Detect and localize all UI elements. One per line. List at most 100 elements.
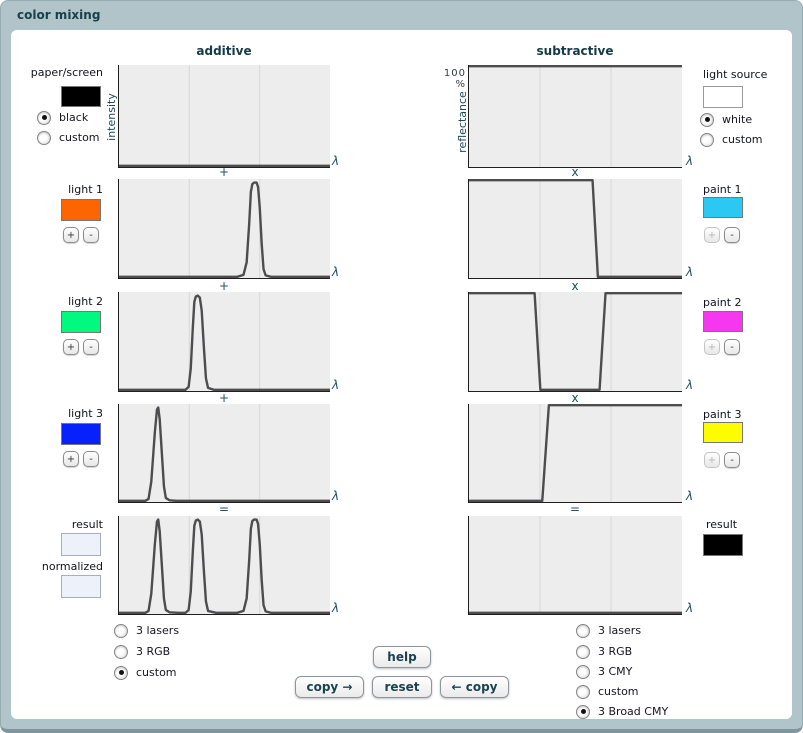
light-1-plus-button[interactable]: + xyxy=(63,227,79,243)
normalized-swatch xyxy=(61,575,101,598)
light-2-label: light 2 xyxy=(8,295,103,308)
copy-right-button[interactable]: copy → xyxy=(295,676,364,698)
radio-label: 3 lasers xyxy=(136,624,179,637)
equals-operator: = xyxy=(468,503,682,516)
radio-label: 3 RGB xyxy=(598,645,632,658)
radio-additive-3-rgb[interactable]: 3 RGB xyxy=(114,644,170,659)
radio-icon[interactable] xyxy=(576,685,590,699)
radio-icon[interactable] xyxy=(37,111,51,125)
lambda-label: λ xyxy=(686,154,693,168)
light-3-plus-button[interactable]: + xyxy=(63,451,79,467)
radio-source-custom[interactable]: custom xyxy=(700,132,763,147)
radio-label: 3 RGB xyxy=(136,645,170,658)
radio-paper-custom[interactable]: custom xyxy=(37,130,100,145)
light-source-spectrum-chart[interactable] xyxy=(468,65,682,168)
window-title: color mixing xyxy=(17,8,100,22)
additive-result-label: result xyxy=(8,518,103,531)
radio-subtractive-3-rgb[interactable]: 3 RGB xyxy=(576,644,632,659)
light-2-swatch xyxy=(61,311,101,333)
radio-label: black xyxy=(59,111,88,124)
paper-screen-swatch xyxy=(61,86,101,107)
paint-1-swatch xyxy=(703,197,743,218)
subtractive-header: subtractive xyxy=(468,44,682,58)
paper-screen-label: paper/screen xyxy=(8,66,103,79)
light-3-minus-button[interactable]: - xyxy=(83,451,99,467)
additive-header: additive xyxy=(118,44,330,58)
light-2-spectrum-chart[interactable] xyxy=(118,292,330,392)
light-3-label: light 3 xyxy=(8,407,103,420)
intensity-axis-label: intensity xyxy=(105,47,119,187)
times-operator: x xyxy=(468,392,682,405)
lambda-label: λ xyxy=(332,601,339,615)
light-source-label: light source xyxy=(703,68,793,81)
y-max-tick: 100 % xyxy=(432,68,466,90)
radio-label: 3 CMY xyxy=(598,665,632,678)
radio-subtractive-3-cmy[interactable]: 3 CMY xyxy=(576,664,632,679)
radio-label: 3 lasers xyxy=(598,624,641,637)
lambda-label: λ xyxy=(686,378,693,392)
radio-icon[interactable] xyxy=(700,133,714,147)
paint-1-label: paint 1 xyxy=(703,183,793,196)
additive-result-spectrum-chart xyxy=(118,516,330,615)
paint-3-minus-button[interactable]: - xyxy=(724,452,740,468)
paint-1-reflectance-chart[interactable] xyxy=(468,179,682,279)
light-3-spectrum-chart[interactable] xyxy=(118,404,330,503)
radio-subtractive-3-lasers[interactable]: 3 lasers xyxy=(576,623,641,638)
subtractive-result-reflectance-chart xyxy=(468,516,682,615)
radio-icon[interactable] xyxy=(114,645,128,659)
radio-icon[interactable] xyxy=(576,665,590,679)
lambda-label: λ xyxy=(686,601,693,615)
plus-operator: + xyxy=(118,166,330,179)
radio-label: custom xyxy=(722,133,763,146)
copy-left-button[interactable]: ← copy xyxy=(440,676,509,698)
plus-operator: + xyxy=(118,280,330,293)
light-2-plus-button[interactable]: + xyxy=(63,339,79,355)
times-operator: x xyxy=(468,280,682,293)
radio-icon[interactable] xyxy=(576,624,590,638)
reset-button[interactable]: reset xyxy=(372,676,432,698)
paint-2-swatch xyxy=(703,311,743,332)
radio-icon[interactable] xyxy=(114,666,128,680)
light-2-minus-button[interactable]: - xyxy=(83,339,99,355)
paint-2-plus-button[interactable]: + xyxy=(704,339,720,355)
radio-icon[interactable] xyxy=(576,645,590,659)
normalized-label: normalized xyxy=(8,560,103,573)
times-operator: x xyxy=(468,166,682,179)
paint-3-label: paint 3 xyxy=(703,408,793,421)
lambda-label: λ xyxy=(686,489,693,503)
radio-additive-custom[interactable]: custom xyxy=(114,665,177,680)
radio-icon[interactable] xyxy=(576,705,590,719)
radio-label: custom xyxy=(136,666,177,679)
paint-1-minus-button[interactable]: - xyxy=(724,227,740,243)
paint-1-plus-button[interactable]: + xyxy=(704,227,720,243)
subtractive-result-swatch xyxy=(703,534,743,556)
lambda-label: λ xyxy=(332,489,339,503)
radio-paper-black[interactable]: black xyxy=(37,110,88,125)
paint-3-swatch xyxy=(703,422,743,443)
light-1-minus-button[interactable]: - xyxy=(83,227,99,243)
paper-screen-spectrum-chart[interactable] xyxy=(118,65,330,168)
radio-additive-3-lasers[interactable]: 3 lasers xyxy=(114,623,179,638)
plus-operator: + xyxy=(118,392,330,405)
color-mixing-window: color mixing additive subtractive intens… xyxy=(0,0,803,733)
paint-3-reflectance-chart[interactable] xyxy=(468,404,682,503)
light-source-swatch xyxy=(703,86,743,108)
radio-label: custom xyxy=(598,685,639,698)
radio-label: 3 Broad CMY xyxy=(598,705,668,718)
radio-icon[interactable] xyxy=(37,131,51,145)
light-1-spectrum-chart[interactable] xyxy=(118,179,330,279)
paint-2-minus-button[interactable]: - xyxy=(724,339,740,355)
paint-3-plus-button[interactable]: + xyxy=(704,452,720,468)
radio-subtractive-3-broad-cmy[interactable]: 3 Broad CMY xyxy=(576,704,668,719)
radio-source-white[interactable]: white xyxy=(700,112,752,127)
radio-icon[interactable] xyxy=(114,624,128,638)
light-3-swatch xyxy=(61,423,101,445)
paint-2-reflectance-chart[interactable] xyxy=(468,292,682,392)
radio-icon[interactable] xyxy=(700,113,714,127)
radio-subtractive-custom[interactable]: custom xyxy=(576,684,639,699)
light-1-swatch xyxy=(61,199,101,221)
subtractive-result-label: result xyxy=(706,518,796,531)
radio-label: custom xyxy=(59,131,100,144)
help-button[interactable]: help xyxy=(373,646,431,668)
radio-label: white xyxy=(722,113,752,126)
